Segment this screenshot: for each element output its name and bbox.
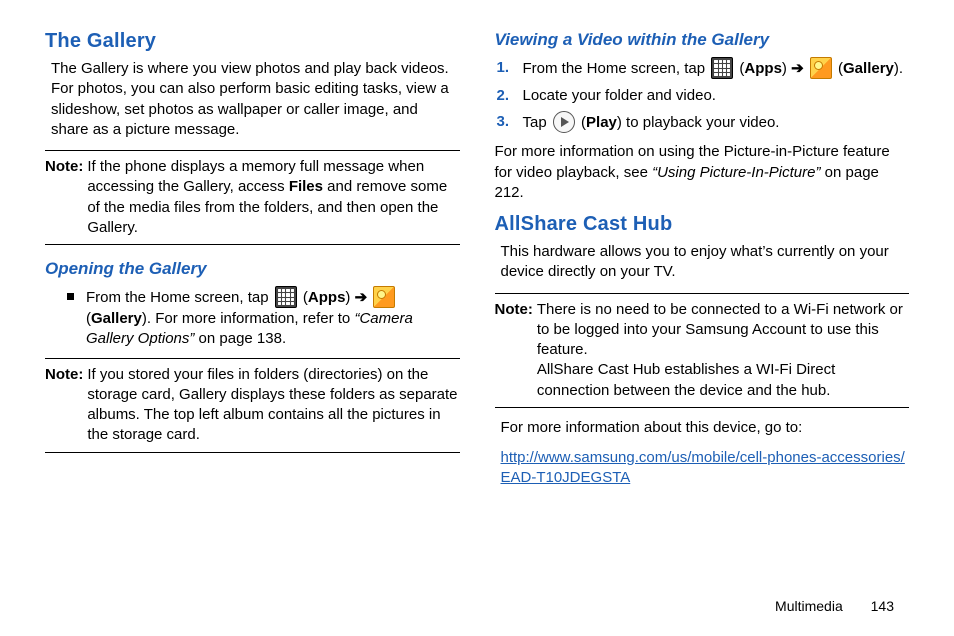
step3-post: ) to playback your video. (617, 114, 780, 131)
note-label: Note: (495, 300, 533, 401)
step-1: 1. From the Home screen, tap (Apps) ➔ (G… (523, 58, 910, 80)
apps-icon (275, 286, 297, 308)
samsung-accessory-link[interactable]: http://www.samsung.com/us/mobile/cell-ph… (501, 449, 905, 486)
note-allshare: Note: There is no need to be connected t… (495, 293, 910, 408)
heading-opening-gallery: Opening the Gallery (45, 259, 460, 279)
square-bullet-icon (67, 293, 74, 300)
note-folders: Note: If you stored your files in folder… (45, 358, 460, 453)
gallery-label: Gallery (843, 60, 894, 77)
heading-the-gallery: The Gallery (45, 30, 460, 53)
open-pre: From the Home screen, tap (86, 289, 273, 306)
heading-viewing-video: Viewing a Video within the Gallery (495, 30, 910, 50)
note-label: Note: (45, 157, 83, 238)
gallery-label: Gallery (91, 310, 142, 327)
apps-label: Apps (308, 289, 346, 306)
gallery-icon (373, 286, 395, 308)
note3-line1: There is no need to be connected to a Wi… (537, 301, 903, 359)
gallery-intro-text: The Gallery is where you view photos and… (45, 59, 460, 140)
play-icon (553, 111, 575, 133)
footer-section: Multimedia (775, 598, 843, 614)
step1-pre: From the Home screen, tap (523, 60, 710, 77)
play-label: Play (586, 114, 617, 131)
step2-text: Locate your folder and video. (523, 87, 716, 104)
page-footer: Multimedia 143 (775, 598, 894, 614)
pip-ref: “Using Picture-In-Picture” (652, 164, 820, 181)
note-text: If the phone displays a memory full mess… (87, 157, 459, 238)
more-info-text: For more information about this device, … (495, 418, 910, 438)
step-3: 3. Tap (Play) to playback your video. (523, 112, 910, 134)
step-2: 2. Locate your folder and video. (523, 86, 910, 106)
heading-allshare: AllShare Cast Hub (495, 213, 910, 236)
footer-page-number: 143 (871, 598, 894, 614)
open-post1: ). For more information, refer to (142, 310, 355, 327)
note-memory-full: Note: If the phone displays a memory ful… (45, 150, 460, 245)
opening-step: From the Home screen, tap (Apps) ➔ (Gall… (45, 287, 460, 350)
allshare-intro: This hardware allows you to enjoy what’s… (495, 242, 910, 283)
step3-pre: Tap (523, 114, 551, 131)
note-label: Note: (45, 365, 83, 446)
step-number: 3. (497, 112, 510, 132)
note-text: There is no need to be connected to a Wi… (537, 300, 909, 401)
pip-info: For more information on using the Pictur… (495, 142, 910, 203)
note-bold-files: Files (289, 178, 323, 195)
note3-line2: AllShare Cast Hub establishes a WI-Fi Di… (537, 361, 835, 398)
note-text: If you stored your files in folders (dir… (87, 365, 459, 446)
step-number: 1. (497, 58, 510, 78)
arrow-icon: ➔ (355, 289, 368, 306)
gallery-icon (810, 57, 832, 79)
url-line: http://www.samsung.com/us/mobile/cell-ph… (495, 448, 910, 489)
apps-label: Apps (744, 60, 782, 77)
apps-icon (711, 57, 733, 79)
open-post2: on page 138. (194, 330, 286, 347)
arrow-icon: ➔ (791, 60, 804, 77)
step-number: 2. (497, 86, 510, 106)
